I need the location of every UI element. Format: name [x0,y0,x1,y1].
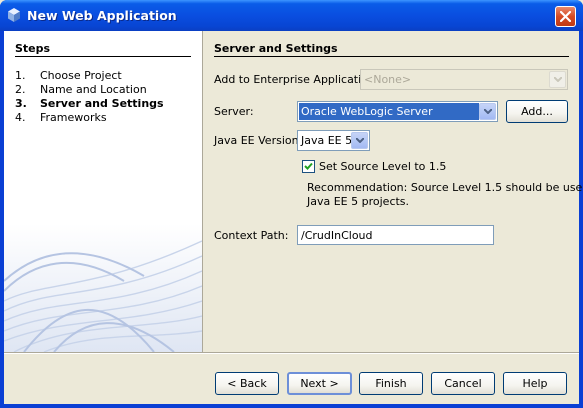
add-server-button[interactable]: Add... [506,100,568,123]
step-number: 4. [15,111,26,124]
decorative-swirl-graphic [4,240,202,352]
steps-heading: Steps [15,42,51,55]
step-frameworks: 4. Frameworks [15,111,107,124]
source-level-label[interactable]: Set Source Level to 1.5 [319,160,446,173]
javaee-version-combo[interactable]: Java EE 5 [297,130,370,151]
server-value: Oracle WebLogic Server [299,103,479,120]
dropdown-arrow[interactable] [479,103,496,120]
context-path-label: Context Path: [214,229,289,242]
panel-heading: Server and Settings [214,42,338,55]
step-server-and-settings: 3. Server and Settings [15,97,164,110]
panel-divider-line [214,56,569,57]
step-name-and-location: 2. Name and Location [15,83,147,96]
step-label: Frameworks [40,111,107,124]
steps-divider [15,56,191,57]
dropdown-arrow [549,71,566,88]
next-button[interactable]: Next > [287,372,352,395]
back-button[interactable]: < Back [215,372,279,395]
button-bar-divider-highlight [4,353,579,354]
enterprise-app-combo: <None> [360,69,568,90]
javaee-version-value: Java EE 5 [301,134,353,147]
server-combo[interactable]: Oracle WebLogic Server [297,101,498,122]
recommendation-line-1: Recommendation: Source Level 1.5 should … [307,181,583,194]
chevron-down-icon [484,109,492,114]
cancel-button[interactable]: Cancel [431,372,495,395]
javaee-version-label: Java EE Version: [214,134,303,147]
step-number: 2. [15,83,26,96]
checkmark-icon [304,162,313,170]
close-icon [560,11,571,22]
help-button[interactable]: Help [503,372,567,395]
step-label: Name and Location [40,83,147,96]
step-label: Server and Settings [40,97,164,110]
close-button[interactable] [555,6,576,27]
step-label: Choose Project [40,69,122,82]
steps-panel: Steps 1. Choose Project 2. Name and Locati… [4,31,202,352]
title-bar[interactable]: New Web Application [0,0,583,31]
window-title: New Web Application [27,8,177,23]
dropdown-arrow[interactable] [351,132,368,149]
chevron-down-icon [554,77,562,82]
finish-button[interactable]: Finish [359,372,423,395]
context-path-value: /CrudInCloud [301,229,373,242]
enterprise-app-label: Add to Enterprise Application: [214,73,379,86]
chevron-down-icon [356,138,364,143]
netbeans-cube-icon [8,8,20,22]
enterprise-app-value: <None> [364,73,412,86]
step-number: 1. [15,69,26,82]
settings-panel: Server and Settings Add to Enterprise Ap… [203,31,583,352]
step-number: 3. [15,97,27,110]
server-label: Server: [214,105,254,118]
source-level-checkbox[interactable] [302,160,315,173]
step-choose-project: 1. Choose Project [15,69,122,82]
context-path-input[interactable]: /CrudInCloud [297,225,494,245]
dialog-body: Steps 1. Choose Project 2. Name and Locati… [4,31,583,404]
recommendation-line-2: Java EE 5 projects. [307,195,410,208]
dialog-window: New Web Application Steps 1. Choose Proje… [0,0,583,408]
